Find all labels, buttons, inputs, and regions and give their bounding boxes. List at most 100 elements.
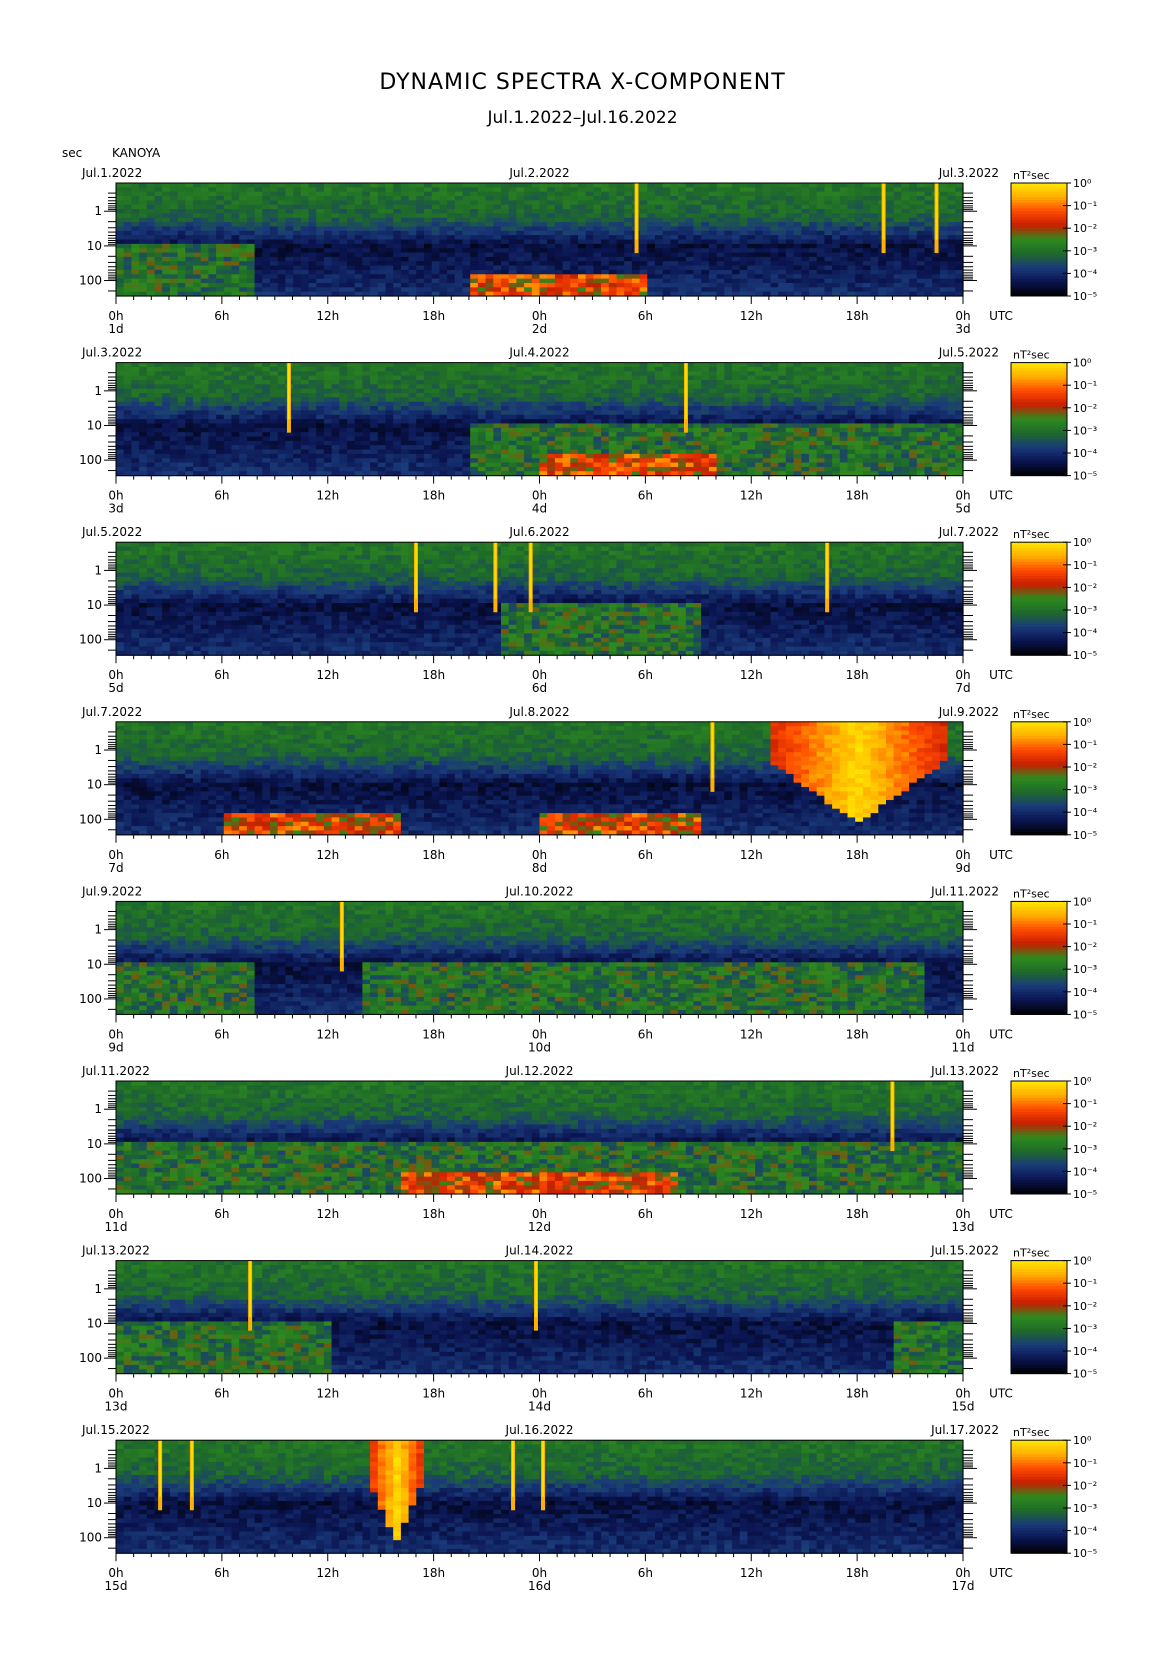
colorbar-tick-label: 10⁻²	[1073, 402, 1097, 415]
y-tick-label: 100	[79, 1351, 102, 1365]
colorbar-label: nT²sec	[1013, 1426, 1050, 1439]
panel-7: Jul.13.2022 Jul.14.2022 Jul.15.20221101000…	[79, 1244, 1098, 1414]
x-tick-label: 18h	[422, 668, 445, 682]
colorbar-tick-label: 10⁻³	[1073, 424, 1097, 437]
activity-spike-core	[159, 1440, 161, 1497]
activity-spike-core	[685, 363, 687, 420]
colorbar-tick-label: 10⁰	[1073, 357, 1092, 370]
panel-2: Jul.3.2022 Jul.4.2022 Jul.5.20221101000h 6h…	[79, 346, 1098, 516]
colorbar-tick-label: 10⁻³	[1073, 963, 1097, 976]
colorbar: nT²sec10⁰10⁻¹10⁻²10⁻³10⁻⁴10⁻⁵	[1011, 169, 1098, 303]
colorbar-tick-label: 10⁰	[1073, 1075, 1092, 1088]
x-axis	[116, 476, 963, 484]
colorbar: nT²sec10⁰10⁻¹10⁻²10⁻³10⁻⁴10⁻⁵	[1011, 528, 1098, 662]
day-label-end: 9d	[955, 861, 970, 875]
activity-spike-core	[883, 183, 885, 240]
y-tick-label: 10	[87, 778, 102, 792]
activity-spike-core	[936, 183, 938, 240]
x-tick-label: 6h	[214, 489, 229, 503]
x-tick-label: 0h	[108, 848, 123, 862]
y-tick-label: 10	[87, 418, 102, 432]
x-tick-label: 0h	[532, 1566, 547, 1580]
heatmap-cells	[116, 363, 964, 477]
day-label-end: 17d	[952, 1579, 975, 1593]
activity-spike-core	[288, 363, 290, 420]
x-tick-label: 12h	[740, 668, 763, 682]
day-label-end: 15d	[952, 1400, 975, 1414]
x-tick-label: 0h	[108, 1387, 123, 1401]
colorbar-tick-label: 10⁰	[1073, 1434, 1092, 1447]
day-label-start: 11d	[105, 1220, 128, 1234]
day-label-end: 13d	[952, 1220, 975, 1234]
panel-3: Jul.5.2022 Jul.6.2022 Jul.7.20221101000h 6h…	[79, 525, 1098, 695]
panel-end-date: Jul.9.2022	[938, 705, 999, 719]
x-tick-label: 6h	[214, 848, 229, 862]
colorbar-label: nT²sec	[1013, 887, 1050, 900]
colorbar-tick-label: 10⁻³	[1073, 245, 1097, 258]
x-tick-label: 0h	[532, 309, 547, 323]
colorbar: nT²sec10⁰10⁻¹10⁻²10⁻³10⁻⁴10⁻⁵	[1011, 1247, 1098, 1381]
activity-spike-core	[826, 542, 828, 599]
panel-5: Jul.9.2022 Jul.10.2022 Jul.11.20221101000h…	[79, 884, 1098, 1054]
x-tick-label: 0h	[532, 1387, 547, 1401]
panel-mid-date: Jul.14.2022	[505, 1244, 574, 1258]
x-tick-label: 18h	[846, 848, 869, 862]
day-label-mid: 4d	[532, 502, 547, 516]
panel-start-date: Jul.11.2022	[81, 1064, 150, 1078]
panel-start-date: Jul.3.2022	[81, 346, 142, 360]
x-axis	[116, 655, 963, 663]
x-tick-label: 18h	[422, 1387, 445, 1401]
colorbar-tick-label: 10⁻³	[1073, 1322, 1097, 1335]
colorbar-label: nT²sec	[1013, 1067, 1050, 1080]
y-tick-label: 100	[79, 633, 102, 647]
x-tick-label: 6h	[214, 309, 229, 323]
panel-1: Jul.1.2022 Jul.2.2022 Jul.3.20221101000h 6h…	[79, 166, 1098, 336]
x-tick-label: 12h	[740, 309, 763, 323]
colorbar-tick-label: 10⁻¹	[1073, 379, 1097, 392]
activity-spike-core	[542, 1440, 544, 1497]
colorbar-tick-label: 10⁻⁵	[1073, 1368, 1097, 1381]
x-tick-label: 0h	[955, 1207, 970, 1221]
day-label-mid: 14d	[528, 1400, 551, 1414]
colorbar-tick-label: 10⁻⁵	[1073, 290, 1097, 303]
x-unit-label: UTC	[989, 489, 1013, 503]
x-tick-label: 6h	[638, 309, 653, 323]
x-tick-label: 18h	[846, 1207, 869, 1221]
x-tick-label: 0h	[955, 1027, 970, 1041]
x-tick-label: 12h	[740, 848, 763, 862]
activity-spike-core	[512, 1440, 514, 1497]
colorbar-tick-label: 10⁰	[1073, 536, 1092, 549]
y-tick-label: 10	[87, 1496, 102, 1510]
colorbar-label: nT²sec	[1013, 169, 1050, 182]
x-axis	[116, 1553, 963, 1561]
panel-end-date: Jul.7.2022	[938, 525, 999, 539]
heatmap-cells	[116, 1261, 964, 1375]
panel-mid-date: Jul.2.2022	[508, 166, 569, 180]
colorbar-tick-label: 10⁻²	[1073, 1120, 1097, 1133]
x-tick-label: 6h	[214, 1387, 229, 1401]
colorbar-tick-label: 10⁻¹	[1073, 1098, 1097, 1111]
x-unit-label: UTC	[989, 1387, 1013, 1401]
colorbar-tick-label: 10⁻³	[1073, 604, 1097, 617]
panel-mid-date: Jul.16.2022	[505, 1423, 574, 1437]
colorbar-tick-label: 10⁻³	[1073, 1502, 1097, 1515]
x-tick-label: 18h	[846, 489, 869, 503]
activity-spike-core	[341, 901, 343, 958]
y-tick-label: 100	[79, 453, 102, 467]
panel-start-date: Jul.9.2022	[81, 884, 142, 898]
x-tick-label: 0h	[955, 489, 970, 503]
day-label-mid: 6d	[532, 681, 547, 695]
colorbar-tick-label: 10⁻¹	[1073, 200, 1097, 213]
day-label-start: 9d	[108, 1040, 123, 1054]
y-tick-label: 1	[94, 563, 102, 577]
x-tick-label: 6h	[638, 1387, 653, 1401]
panel-start-date: Jul.1.2022	[81, 166, 142, 180]
heatmap-cells	[116, 1440, 964, 1554]
x-tick-label: 0h	[108, 489, 123, 503]
x-axis	[116, 1014, 963, 1022]
x-tick-label: 0h	[108, 668, 123, 682]
x-tick-label: 12h	[316, 489, 339, 503]
panel-end-date: Jul.17.2022	[930, 1423, 999, 1437]
x-tick-label: 0h	[955, 1566, 970, 1580]
colorbar-tick-label: 10⁻²	[1073, 941, 1097, 954]
